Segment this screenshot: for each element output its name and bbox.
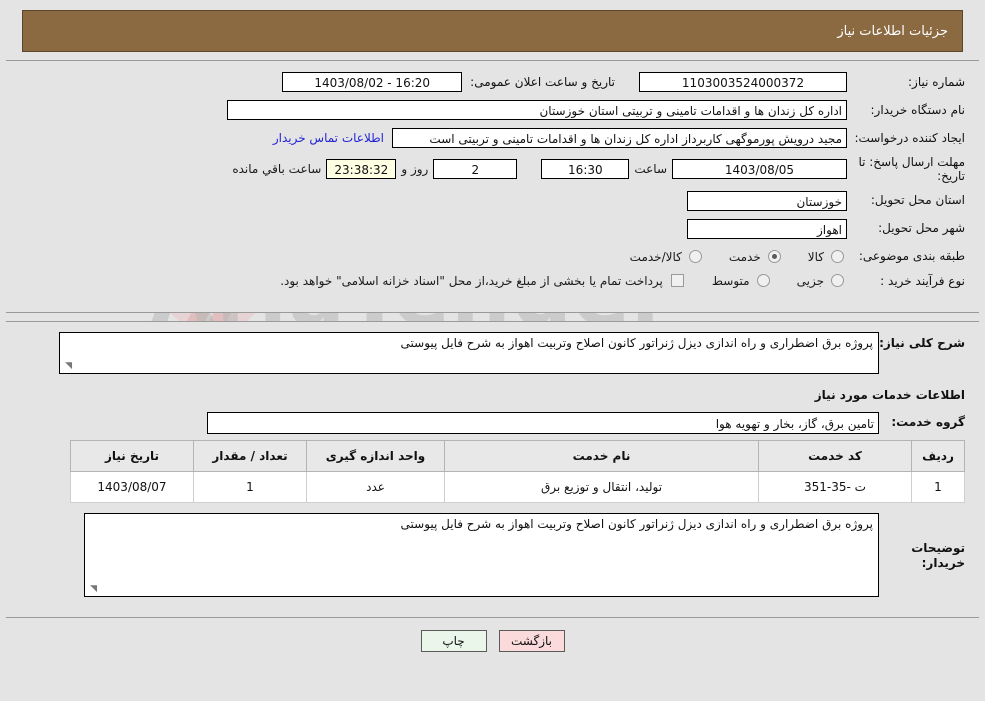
back-button[interactable]: بازگشت xyxy=(498,629,565,652)
buyer-org-row: نام دستگاه خریدار: اداره کل زندان ها و ا… xyxy=(20,99,965,121)
col-row-no: ردیف xyxy=(911,439,965,472)
cell-need-date: 1403/08/07 xyxy=(70,470,194,503)
city-row: شهر محل تحویل: اهواز xyxy=(20,218,965,240)
category-option-kala[interactable]: کالا xyxy=(808,250,847,264)
buyer-notes-value: پروژه برق اضطراری و راه اندازی دیزل ژنرا… xyxy=(400,516,873,531)
process-option-motavaset[interactable]: متوسط xyxy=(712,274,773,288)
category-row: طبقه بندی موضوعی: کالا خدمت کالا/خدمت xyxy=(20,246,965,268)
deadline-label: مهلت ارسال پاسخ: تا تاریخ: xyxy=(858,155,965,184)
col-service-name: نام خدمت xyxy=(444,439,759,472)
service-group-label: گروه خدمت: xyxy=(891,415,965,430)
col-unit: واحد اندازه گیری xyxy=(306,439,445,472)
buyer-org-label: نام دستگاه خریدار: xyxy=(870,102,966,117)
radio-khedmat-icon[interactable] xyxy=(767,250,781,264)
buyer-contact-link[interactable]: اطلاعات تماس خریدار xyxy=(273,131,384,145)
page-title: جزئیات اطلاعات نیاز xyxy=(837,23,948,39)
summary-panel: شماره نیاز: 1103003524000372 تاریخ و ساع… xyxy=(6,60,979,313)
deadline-row: مهلت ارسال پاسخ: تا تاریخ: 1403/08/05 سا… xyxy=(20,155,965,184)
service-group-row: گروه خدمت: تامین برق، گاز، بخار و تهویه … xyxy=(20,411,965,434)
footer-actions: بازگشت چاپ xyxy=(0,629,985,660)
page-header-bar: جزئیات اطلاعات نیاز xyxy=(22,10,963,52)
cell-unit: عدد xyxy=(306,470,445,503)
process-label: نوع فرآیند خرید : xyxy=(880,273,965,288)
treasury-checkbox-icon[interactable] xyxy=(670,274,684,288)
table-row: 1 ت -35-351 تولید، انتقال و توزیع برق عد… xyxy=(70,470,965,503)
cell-service-name: تولید، انتقال و توزیع برق xyxy=(444,470,759,503)
category-option-khedmat-label: خدمت xyxy=(728,249,761,264)
cell-quantity: 1 xyxy=(193,470,307,503)
need-number-row: شماره نیاز: 1103003524000372 تاریخ و ساع… xyxy=(20,71,965,93)
process-row: نوع فرآیند خرید : جزیی متوسط پرداخت تمام… xyxy=(20,274,965,296)
treasury-checkbox-group[interactable]: پرداخت تمام یا بخشی از مبلغ خرید،از محل … xyxy=(280,274,688,288)
col-need-date: تاریخ نیاز xyxy=(70,439,194,472)
buyer-notes-textarea[interactable]: پروژه برق اضطراری و راه اندازی دیزل ژنرا… xyxy=(84,512,879,597)
province-row: استان محل تحویل: خوزستان xyxy=(20,190,965,212)
city-value: اهواز xyxy=(687,218,847,239)
description-panel: شرح کلی نیاز: پروژه برق اضطراری و راه ان… xyxy=(6,320,979,618)
print-button[interactable]: چاپ xyxy=(420,629,487,652)
need-number-label: شماره نیاز: xyxy=(908,74,965,89)
deadline-date-value: 1403/08/05 xyxy=(672,159,847,180)
days-remaining-value: 2 xyxy=(433,159,518,180)
province-value: خوزستان xyxy=(687,190,847,211)
announce-value: 1403/08/02 - 16:20 xyxy=(282,72,463,92)
category-option-kala-khedmat[interactable]: کالا/خدمت xyxy=(630,250,705,264)
deadline-hour-value: 16:30 xyxy=(541,159,630,180)
category-option-kala-label: کالا xyxy=(807,249,824,264)
cell-row-no: 1 xyxy=(911,470,965,503)
radio-kala-icon[interactable] xyxy=(831,250,844,264)
province-label: استان محل تحویل: xyxy=(870,193,965,208)
general-description-row: شرح کلی نیاز: پروژه برق اضطراری و راه ان… xyxy=(20,331,965,374)
resize-grip-icon[interactable]: ◥ xyxy=(63,361,72,371)
category-option-kala-khedmat-label: کالا/خدمت xyxy=(629,249,682,264)
buyer-notes-resize-grip-icon[interactable]: ◥ xyxy=(88,584,97,594)
creator-value: مجید درویش پورموگهی کاربرداز اداره کل زن… xyxy=(392,128,847,148)
process-option-jozi-label: جزیی xyxy=(796,273,824,288)
days-word-label: روز و xyxy=(401,162,429,177)
radio-jozi-icon[interactable] xyxy=(831,274,844,288)
buyer-org-value: اداره کل زندان ها و اقدامات تامینی و ترب… xyxy=(227,100,847,120)
process-option-motavaset-label: متوسط xyxy=(711,273,750,288)
category-option-khedmat[interactable]: خدمت xyxy=(729,250,784,264)
countdown-timer: 23:38:32 xyxy=(326,159,397,180)
service-items-table: ردیف کد خدمت نام خدمت واحد اندازه گیری ت… xyxy=(70,439,965,503)
service-group-value: تامین برق، گاز، بخار و تهویه هوا xyxy=(207,411,879,434)
treasury-checkbox-label: پرداخت تمام یا بخشی از مبلغ خرید،از محل … xyxy=(280,273,663,288)
creator-row: ایجاد کننده درخواست: مجید درویش پورموگهی… xyxy=(20,127,965,149)
general-description-label: شرح کلی نیاز: xyxy=(879,335,965,350)
buyer-notes-label: توضیحات خریدار: xyxy=(911,540,965,570)
process-option-jozi[interactable]: جزیی xyxy=(797,274,847,288)
cell-service-code: ت -35-351 xyxy=(758,470,912,503)
deadline-hour-label: ساعت xyxy=(634,162,667,177)
col-service-code: کد خدمت xyxy=(758,439,912,472)
announce-label: تاریخ و ساعت اعلان عمومی: xyxy=(470,74,615,89)
general-description-value: پروژه برق اضطراری و راه اندازی دیزل ژنرا… xyxy=(400,335,873,350)
general-description-textarea[interactable]: پروژه برق اضطراری و راه اندازی دیزل ژنرا… xyxy=(59,331,879,374)
buyer-notes-row: توضیحات خریدار: پروژه برق اضطراری و راه … xyxy=(20,512,965,597)
col-quantity: تعداد / مقدار xyxy=(193,439,307,472)
services-section-title: اطلاعات خدمات مورد نیاز xyxy=(814,387,965,402)
city-label-text: شهر محل تحویل: xyxy=(878,221,965,236)
need-number-value: 1103003524000372 xyxy=(639,72,847,92)
category-label: طبقه بندی موضوعی: xyxy=(858,249,965,264)
table-header-row: ردیف کد خدمت نام خدمت واحد اندازه گیری ت… xyxy=(70,439,965,472)
creator-label: ایجاد کننده درخواست: xyxy=(854,130,965,145)
radio-motavaset-icon[interactable] xyxy=(756,274,770,288)
countdown-suffix-label: ساعت باقي مانده xyxy=(232,162,322,177)
radio-kala-khedmat-icon[interactable] xyxy=(688,250,702,264)
